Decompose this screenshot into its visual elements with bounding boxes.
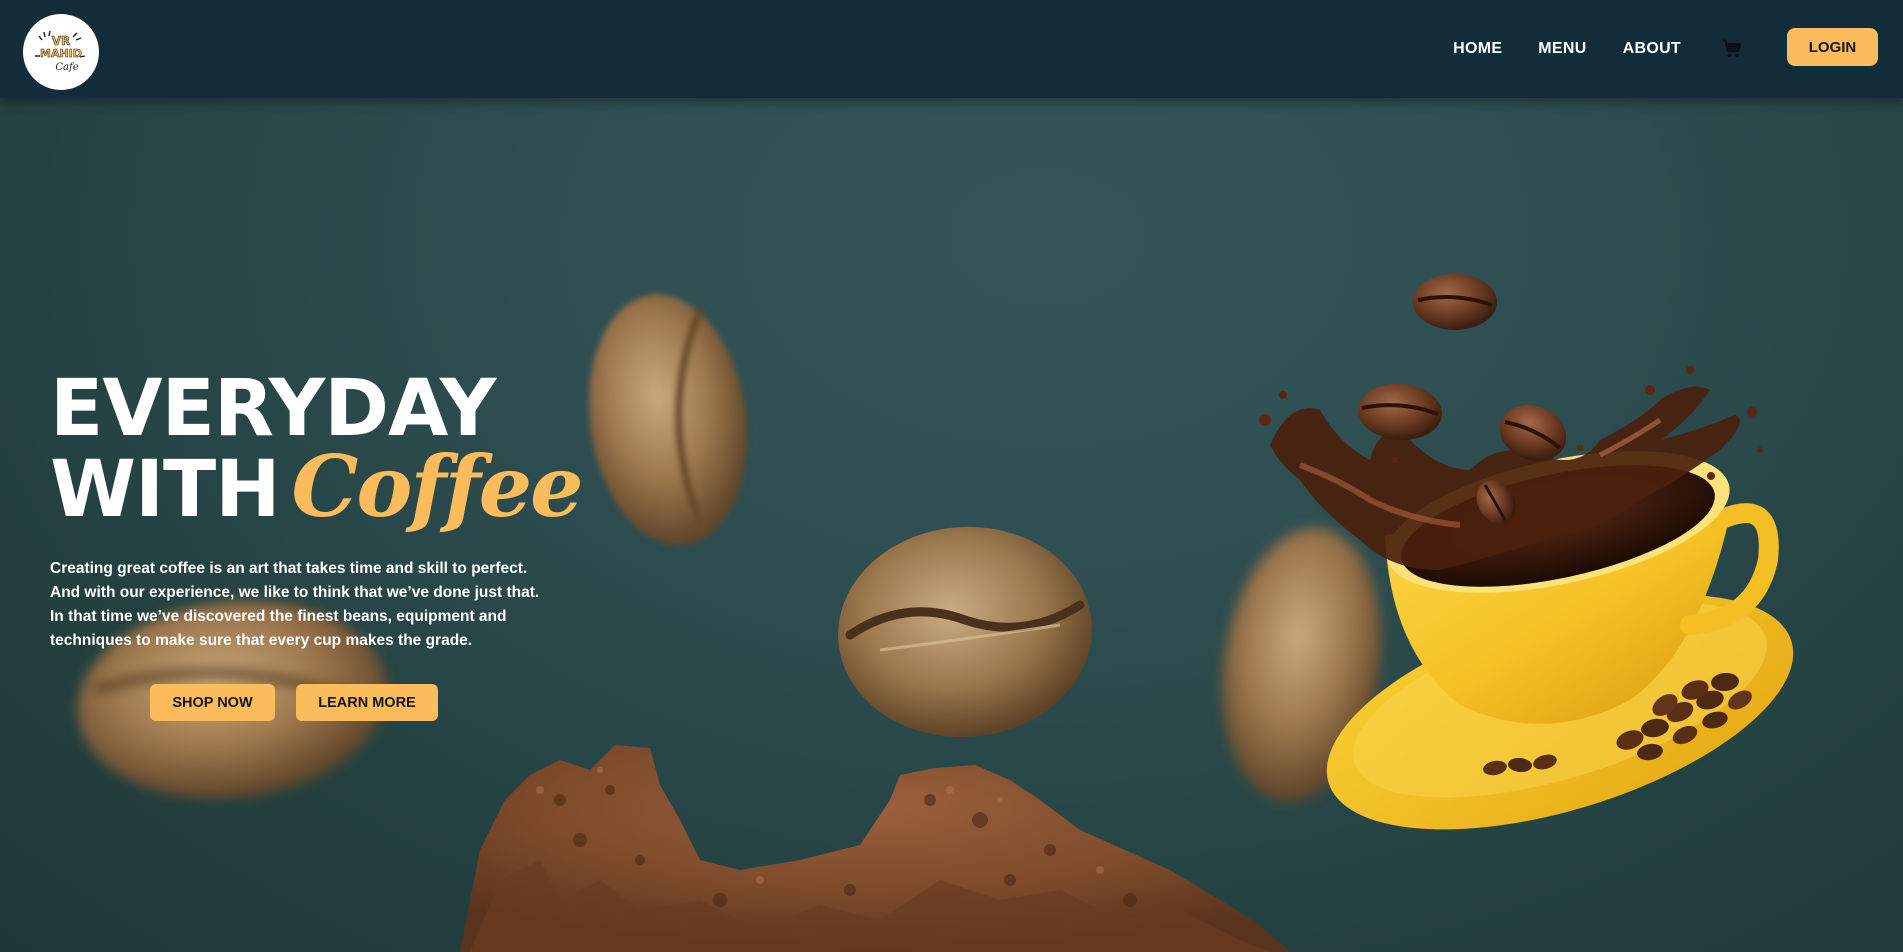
login-button[interactable]: LOGIN xyxy=(1787,28,1878,66)
main-nav: HOME MENU ABOUT LOGIN xyxy=(1453,0,1903,98)
ground-coffee-pile xyxy=(460,745,1290,952)
nav-home-link[interactable]: HOME xyxy=(1453,40,1502,58)
hero-title-line2: WITH Coffee xyxy=(50,437,584,536)
coffee-cup-illustration xyxy=(1259,366,1794,830)
hero-title: EVERYDAY WITH Coffee xyxy=(50,370,584,536)
shop-now-button[interactable]: SHOP NOW xyxy=(150,684,275,721)
hero-description: Creating great coffee is an art that tak… xyxy=(50,560,540,649)
logo-text-bottom: Cafe xyxy=(55,62,78,73)
flying-beans xyxy=(1358,274,1567,524)
hero-title-highlight: Coffee xyxy=(291,437,584,536)
learn-more-button[interactable]: LEARN MORE xyxy=(296,684,438,721)
beans-on-saucer xyxy=(1483,672,1752,776)
blurred-bean-top xyxy=(588,294,748,546)
cart-icon[interactable] xyxy=(1721,38,1743,60)
nav-about-link[interactable]: ABOUT xyxy=(1623,40,1681,58)
logo-icon: VR MAHID Cafe xyxy=(35,30,86,73)
nav-menu-link[interactable]: MENU xyxy=(1538,40,1586,58)
center-coffee-bean xyxy=(838,526,1092,738)
site-logo[interactable]: VR MAHID Cafe xyxy=(23,14,99,90)
hero-buttons: SHOP NOW LEARN MORE xyxy=(150,684,459,721)
logo-text-top: VR xyxy=(52,34,71,48)
hero-title-with: WITH xyxy=(50,445,281,535)
blurred-bean-right xyxy=(1222,527,1382,803)
logo-text-mid: MAHID xyxy=(40,47,82,60)
top-navbar: VR MAHID Cafe HOME MENU ABOUT LOGIN xyxy=(0,0,1903,98)
